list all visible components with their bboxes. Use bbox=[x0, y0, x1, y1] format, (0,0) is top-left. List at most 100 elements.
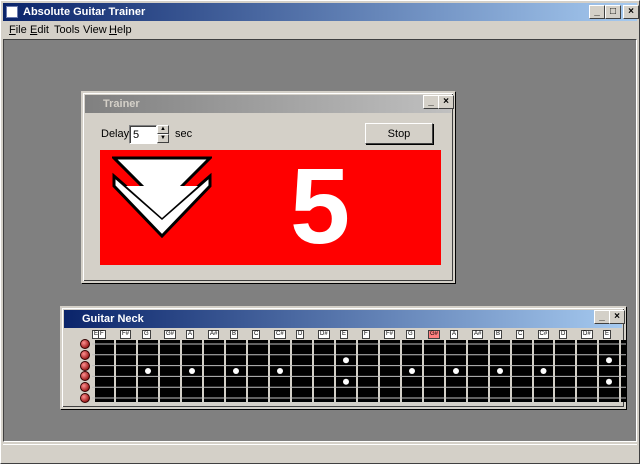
note-label[interactable]: D bbox=[296, 330, 305, 339]
note-label[interactable]: E bbox=[340, 330, 349, 339]
note-label[interactable]: A bbox=[186, 330, 195, 339]
fretboard[interactable] bbox=[92, 340, 626, 402]
note-label[interactable]: G bbox=[406, 330, 415, 339]
fret-line bbox=[444, 340, 446, 402]
status-bar bbox=[3, 444, 637, 462]
string-select-button[interactable] bbox=[80, 371, 90, 382]
neck-panel: E F F# G G# A A# B C C# D D# E F F# G G# A A# B C C# D D# E bbox=[72, 328, 626, 406]
note-label[interactable]: B bbox=[494, 330, 503, 339]
note-label[interactable]: G bbox=[142, 330, 151, 339]
menu-edit[interactable]: Edit bbox=[30, 24, 49, 36]
fret-line bbox=[180, 340, 182, 402]
delay-input[interactable] bbox=[129, 125, 157, 144]
app-title: Absolute Guitar Trainer bbox=[23, 6, 146, 18]
fret-marker bbox=[409, 368, 415, 374]
guitar-neck-title: Guitar Neck bbox=[82, 313, 144, 325]
trainer-titlebar[interactable]: Trainer bbox=[85, 95, 451, 113]
string-select-button[interactable] bbox=[80, 360, 90, 371]
neck-minimize-button[interactable]: _ bbox=[594, 310, 610, 324]
fret-marker bbox=[540, 368, 547, 374]
note-label[interactable]: D bbox=[559, 330, 568, 339]
fret-line bbox=[466, 340, 468, 402]
fret-marker bbox=[189, 368, 195, 374]
fret-line bbox=[378, 340, 380, 402]
string-select-button[interactable] bbox=[80, 382, 90, 393]
delay-spinner[interactable]: ▲ ▼ bbox=[157, 125, 169, 144]
spin-down-icon[interactable]: ▼ bbox=[157, 134, 169, 143]
menu-help[interactable]: Help bbox=[109, 24, 132, 36]
note-label[interactable]: A bbox=[450, 330, 459, 339]
fret-marker bbox=[606, 378, 612, 385]
menu-file[interactable]: File bbox=[9, 24, 27, 36]
fret-marker bbox=[453, 368, 459, 374]
minimize-button[interactable]: _ bbox=[589, 5, 605, 19]
note-label[interactable]: F bbox=[98, 330, 106, 339]
fret-line bbox=[356, 340, 358, 402]
trainer-close-button[interactable]: × bbox=[438, 95, 454, 109]
fret-line bbox=[619, 340, 621, 402]
guitar-neck-window: Guitar Neck _ × E F F# G G# A A# B C C# D D# E F F# G G#… bbox=[60, 306, 626, 409]
fret-line bbox=[92, 340, 95, 402]
double-chevron-down-icon bbox=[112, 156, 212, 238]
menu-view[interactable]: View bbox=[83, 24, 107, 36]
fret-line bbox=[114, 340, 116, 402]
fret-line bbox=[488, 340, 490, 402]
note-label[interactable]: A# bbox=[472, 330, 484, 339]
countdown-number: 5 bbox=[289, 145, 351, 266]
fret-marker bbox=[497, 368, 503, 374]
close-button[interactable]: × bbox=[623, 5, 639, 19]
delay-label: Delay bbox=[101, 128, 130, 140]
maximize-button[interactable]: □ bbox=[605, 5, 621, 19]
fret-line bbox=[224, 340, 226, 402]
stop-button[interactable]: Stop bbox=[365, 123, 433, 144]
fret-line bbox=[400, 340, 402, 402]
note-label[interactable]: E bbox=[603, 330, 612, 339]
spin-up-icon[interactable]: ▲ bbox=[157, 125, 169, 134]
note-label[interactable]: G# bbox=[164, 330, 177, 339]
trainer-title: Trainer bbox=[103, 98, 140, 110]
note-label[interactable]: G# bbox=[428, 330, 441, 339]
fret-line bbox=[422, 340, 424, 402]
note-label[interactable]: A# bbox=[208, 330, 220, 339]
neck-close-button[interactable]: × bbox=[609, 310, 625, 324]
fret-marker bbox=[343, 357, 349, 364]
note-label[interactable]: D# bbox=[581, 330, 593, 339]
fret-marker bbox=[343, 378, 349, 385]
trainer-display: 5 bbox=[100, 146, 441, 266]
note-label[interactable]: D# bbox=[318, 330, 330, 339]
trainer-minimize-button[interactable]: _ bbox=[423, 95, 439, 109]
app-titlebar[interactable]: Absolute Guitar Trainer _ □ × bbox=[3, 3, 639, 21]
fret-line bbox=[510, 340, 512, 402]
fret-marker bbox=[606, 357, 612, 364]
fret-line bbox=[532, 340, 534, 402]
note-label[interactable]: C# bbox=[537, 330, 550, 339]
string-select-button[interactable] bbox=[80, 349, 90, 360]
fret-line bbox=[575, 340, 577, 402]
note-label[interactable]: C# bbox=[274, 330, 286, 339]
delay-unit-label: sec bbox=[175, 128, 193, 140]
fret-line bbox=[334, 340, 336, 402]
note-label[interactable]: C bbox=[252, 330, 261, 339]
fret-line bbox=[597, 340, 599, 402]
string-select-button[interactable] bbox=[80, 393, 90, 403]
note-label[interactable]: C bbox=[516, 330, 525, 339]
fret-line bbox=[136, 340, 138, 402]
note-label[interactable]: F bbox=[362, 330, 370, 339]
trainer-window: Trainer _ × Delay ▲ ▼ sec Stop 5 bbox=[81, 91, 455, 283]
note-label[interactable]: F# bbox=[120, 330, 132, 339]
fret-line bbox=[312, 340, 314, 402]
menu-tools[interactable]: Tools bbox=[54, 24, 80, 36]
guitar-neck-titlebar[interactable]: Guitar Neck bbox=[64, 310, 622, 328]
note-label[interactable]: B bbox=[230, 330, 239, 339]
fret-line bbox=[202, 340, 204, 402]
fret-line bbox=[268, 340, 270, 402]
fret-line bbox=[290, 340, 292, 402]
fret-marker bbox=[145, 368, 151, 374]
string-select-button[interactable] bbox=[80, 339, 90, 349]
fret-line bbox=[246, 340, 248, 402]
app-icon bbox=[6, 6, 18, 18]
fret-line bbox=[158, 340, 160, 402]
fret-marker bbox=[233, 368, 239, 374]
note-label[interactable]: F# bbox=[384, 330, 396, 339]
fret-line bbox=[553, 340, 555, 402]
